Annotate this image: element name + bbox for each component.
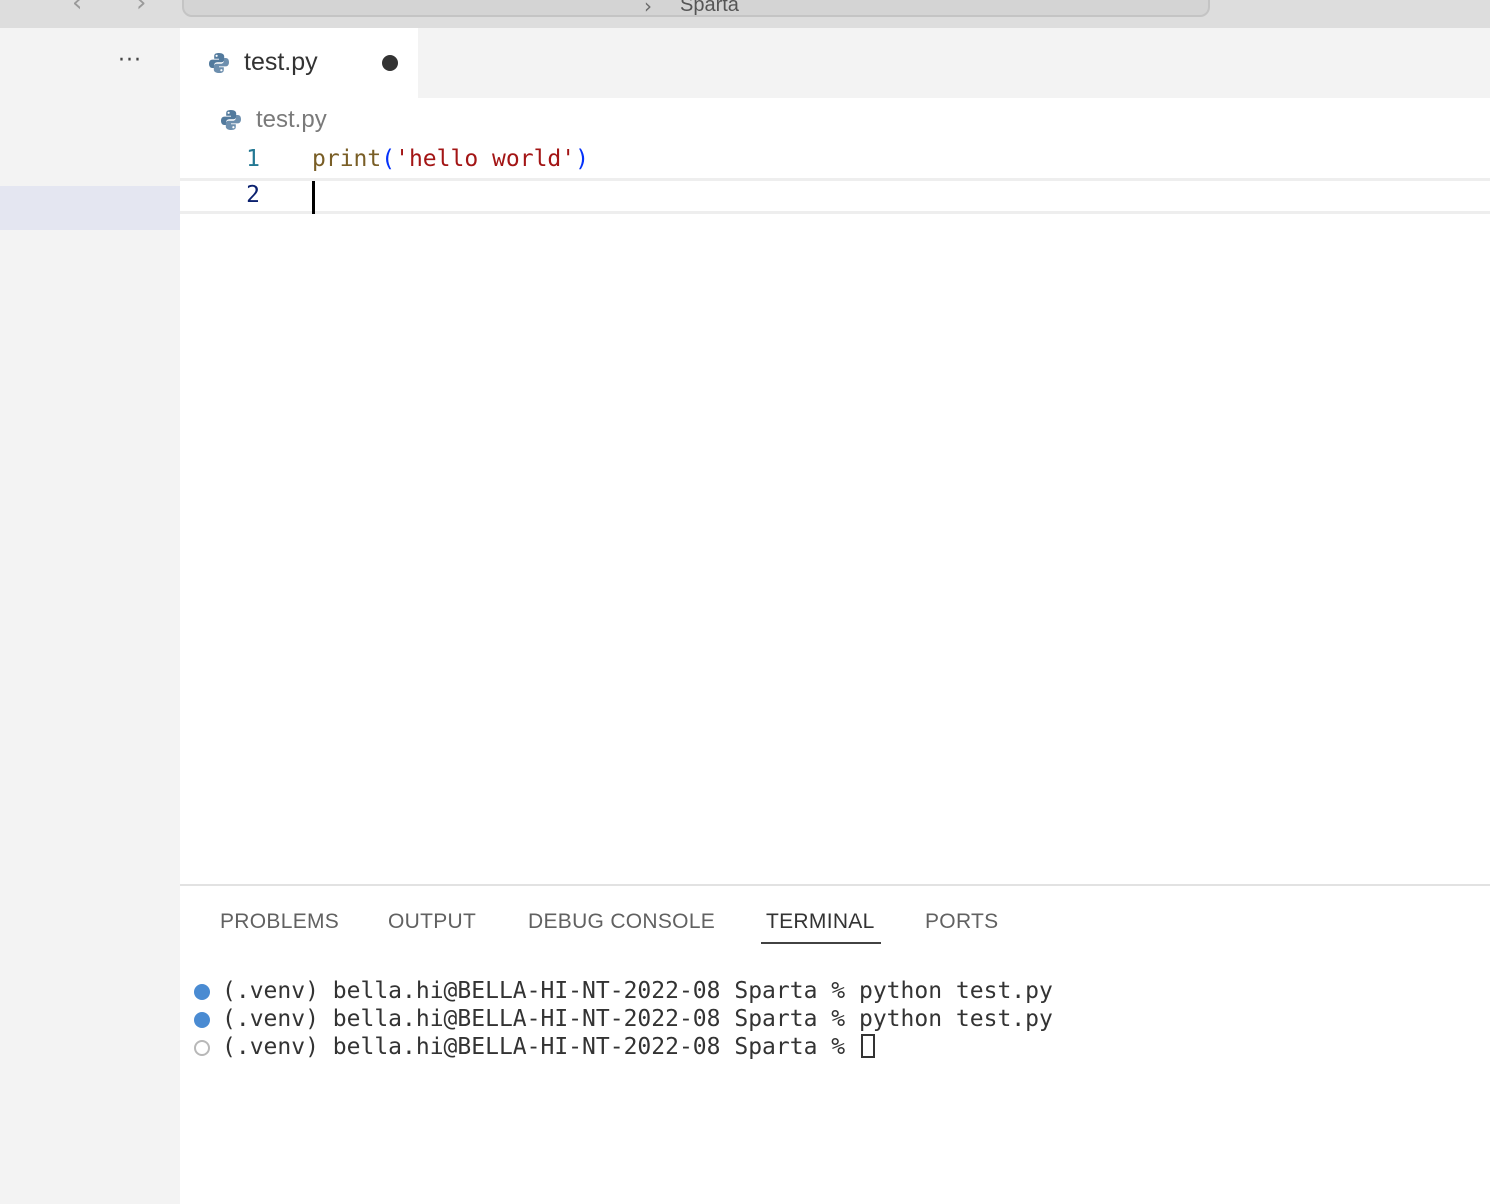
tab-terminal[interactable]: TERMINAL bbox=[766, 910, 875, 934]
token-function: print bbox=[312, 146, 382, 172]
editor-tab-bar: test.py bbox=[180, 28, 1490, 98]
python-file-icon bbox=[209, 53, 229, 73]
tab-label: test.py bbox=[244, 48, 318, 76]
code-editor[interactable]: 1 print('hello world') 2 bbox=[180, 142, 1490, 884]
token-bracket: ( bbox=[381, 146, 396, 172]
code-text[interactable]: print('hello world') bbox=[312, 146, 589, 172]
terminal-text: (.venv) bella.hi@BELLA-HI-NT-2022-08 Spa… bbox=[222, 978, 1053, 1004]
terminal-prompt-text: (.venv) bella.hi@BELLA-HI-NT-2022-08 Spa… bbox=[222, 1034, 859, 1060]
sidebar-selected-item[interactable] bbox=[0, 186, 180, 230]
breadcrumb: test.py bbox=[180, 98, 1490, 142]
line-number: 2 bbox=[246, 182, 260, 208]
current-code-line[interactable]: 2 bbox=[180, 178, 1490, 214]
active-tab-indicator bbox=[761, 942, 881, 944]
command-success-dot-icon[interactable] bbox=[194, 984, 210, 1000]
forward-chevron-icon[interactable]: › bbox=[136, 0, 146, 18]
tab-problems[interactable]: PROBLEMS bbox=[220, 910, 339, 934]
token-string: 'hello world' bbox=[395, 146, 576, 172]
terminal-prompt[interactable]: (.venv) bella.hi@BELLA-HI-NT-2022-08 Spa… bbox=[222, 1034, 875, 1060]
text-cursor bbox=[312, 181, 315, 214]
ellipsis-icon[interactable]: ··· bbox=[118, 48, 142, 73]
command-center-title: Sparta bbox=[680, 0, 739, 16]
title-bar: ‹ › › Sparta bbox=[0, 0, 1490, 28]
tab-debug-console[interactable]: DEBUG CONSOLE bbox=[528, 910, 715, 934]
line-number: 1 bbox=[246, 146, 260, 172]
tab-ports[interactable]: PORTS bbox=[925, 910, 998, 934]
code-line[interactable]: 1 print('hello world') bbox=[180, 142, 1490, 178]
terminal-prompt-line[interactable]: (.venv) bella.hi@BELLA-HI-NT-2022-08 Spa… bbox=[194, 1034, 875, 1062]
token-bracket: ) bbox=[575, 146, 589, 172]
sidebar: ··· bbox=[0, 28, 180, 1204]
command-success-dot-icon[interactable] bbox=[194, 1012, 210, 1028]
tab-test-py[interactable]: test.py bbox=[180, 28, 418, 98]
back-chevron-icon[interactable]: ‹ bbox=[72, 0, 82, 18]
breadcrumb-file[interactable]: test.py bbox=[256, 106, 327, 134]
command-center[interactable]: › Sparta bbox=[182, 0, 1210, 17]
terminal-line[interactable]: (.venv) bella.hi@BELLA-HI-NT-2022-08 Spa… bbox=[194, 978, 1053, 1006]
bottom-panel: PROBLEMS OUTPUT DEBUG CONSOLE TERMINAL P… bbox=[180, 884, 1490, 1204]
terminal-cursor bbox=[860, 1034, 875, 1058]
tab-output[interactable]: OUTPUT bbox=[388, 910, 476, 934]
python-file-icon bbox=[221, 110, 241, 130]
terminal-text: (.venv) bella.hi@BELLA-HI-NT-2022-08 Spa… bbox=[222, 1006, 1053, 1032]
terminal-line[interactable]: (.venv) bella.hi@BELLA-HI-NT-2022-08 Spa… bbox=[194, 1006, 1053, 1034]
chevron-right-icon: › bbox=[644, 0, 652, 17]
command-pending-dot-icon[interactable] bbox=[194, 1040, 210, 1056]
unsaved-changes-dot-icon[interactable] bbox=[382, 55, 398, 71]
